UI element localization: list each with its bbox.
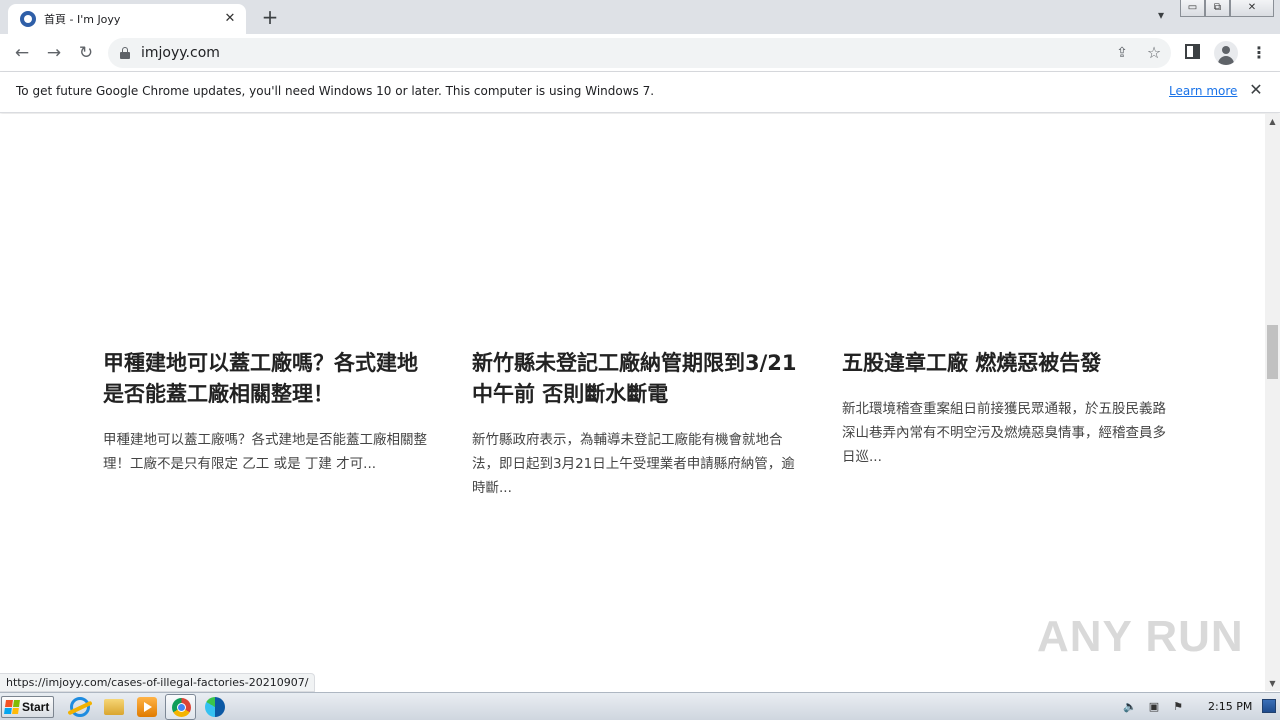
- article-card[interactable]: 甲種建地可以蓋工廠嗎？各式建地是否能蓋工廠相關整理！ 甲種建地可以蓋工廠嗎？各式…: [103, 348, 433, 476]
- infobar-close-icon[interactable]: ✕: [1247, 81, 1265, 99]
- system-tray: 🔈 ▣ ⚑: [1122, 693, 1194, 721]
- tab-title: 首頁 - I'm Joyy: [44, 13, 121, 26]
- link-status-bubble: https://imjoyy.com/cases-of-illegal-fact…: [0, 673, 316, 692]
- update-infobar: To get future Google Chrome updates, you…: [0, 72, 1280, 113]
- tab-strip: 首頁 - I'm Joyy ✕ + ▾ ▭ ⧉ ✕: [0, 0, 1280, 34]
- article-excerpt: 甲種建地可以蓋工廠嗎？各式建地是否能蓋工廠相關整理！工廠不是只有限定 乙工 或是…: [103, 432, 427, 472]
- windows-logo-icon: [4, 700, 20, 714]
- article-card[interactable]: 新竹縣未登記工廠納管期限到3/21中午前 否則斷水斷電 新竹縣政府表示，為輔導未…: [472, 348, 802, 500]
- page-content: 甲種建地可以蓋工廠嗎？各式建地是否能蓋工廠相關整理！ 甲種建地可以蓋工廠嗎？各式…: [0, 114, 1265, 691]
- profile-avatar-icon[interactable]: [1214, 41, 1238, 65]
- media-player-icon[interactable]: [137, 697, 157, 717]
- window-close-button[interactable]: ✕: [1230, 0, 1274, 17]
- window-controls: ▭ ⧉ ✕: [1180, 0, 1274, 18]
- anyrun-watermark: ANY RUN: [1037, 612, 1244, 661]
- article-card[interactable]: 五股違章工廠 燃燒惡被告發 新北環境稽查重案組日前接獲民眾通報，於五股民義路深山…: [842, 348, 1172, 469]
- tab-close-icon[interactable]: ✕: [222, 11, 238, 27]
- reload-icon[interactable]: ↻: [74, 41, 98, 65]
- network-icon[interactable]: ▣: [1146, 700, 1162, 714]
- bookmark-star-icon[interactable]: ☆: [1144, 43, 1164, 63]
- start-button[interactable]: Start: [1, 696, 54, 718]
- lock-icon[interactable]: [120, 47, 130, 59]
- kebab-menu-icon[interactable]: ⋮: [1249, 42, 1269, 64]
- chrome-taskbar-button[interactable]: [165, 694, 196, 720]
- article-excerpt: 新竹縣政府表示，為輔導未登記工廠能有機會就地合法，即日起到3月21日上午受理業者…: [472, 432, 795, 496]
- learn-more-link[interactable]: Learn more: [1169, 84, 1237, 98]
- article-title[interactable]: 五股違章工廠 燃燒惡被告發: [842, 348, 1172, 379]
- side-panel-icon[interactable]: [1185, 44, 1200, 59]
- page-scrollbar[interactable]: ▲ ▼: [1265, 114, 1280, 691]
- forward-arrow-icon[interactable]: →: [42, 41, 66, 65]
- new-tab-button[interactable]: +: [259, 6, 281, 28]
- action-center-flag-icon[interactable]: ⚑: [1170, 700, 1186, 714]
- chrome-icon: [172, 698, 191, 717]
- infobar-message: To get future Google Chrome updates, you…: [16, 84, 655, 98]
- restore-button[interactable]: ⧉: [1205, 0, 1230, 17]
- tab-active[interactable]: 首頁 - I'm Joyy ✕: [8, 4, 246, 34]
- internet-explorer-icon[interactable]: [70, 697, 90, 717]
- windows-taskbar: Start 🔈 ▣ ⚑ 2:15 PM: [0, 692, 1280, 720]
- address-bar[interactable]: imjoyy.com ⇪ ☆: [108, 38, 1171, 68]
- volume-icon[interactable]: 🔈: [1122, 700, 1138, 714]
- show-desktop-button[interactable]: [1262, 699, 1276, 713]
- minimize-button[interactable]: ▭: [1180, 0, 1205, 17]
- url-text[interactable]: imjoyy.com: [141, 45, 220, 61]
- scrollbar-thumb[interactable]: [1267, 325, 1278, 379]
- taskbar-clock[interactable]: 2:15 PM: [1208, 700, 1252, 713]
- edge-icon[interactable]: [205, 697, 225, 717]
- site-favicon-icon: [20, 11, 36, 27]
- scroll-down-arrow-icon[interactable]: ▼: [1265, 676, 1280, 691]
- start-label: Start: [22, 700, 50, 714]
- article-title[interactable]: 甲種建地可以蓋工廠嗎？各式建地是否能蓋工廠相關整理！: [103, 348, 433, 410]
- browser-toolbar: ← → ↻ imjoyy.com ⇪ ☆ ⋮: [0, 34, 1280, 72]
- article-title[interactable]: 新竹縣未登記工廠納管期限到3/21中午前 否則斷水斷電: [472, 348, 802, 410]
- article-excerpt: 新北環境稽查重案組日前接獲民眾通報，於五股民義路深山巷弄內常有不明空污及燃燒惡臭…: [842, 401, 1166, 465]
- scroll-up-arrow-icon[interactable]: ▲: [1265, 114, 1280, 129]
- tab-search-chevron-icon[interactable]: ▾: [1151, 8, 1171, 26]
- back-arrow-icon[interactable]: ←: [10, 41, 34, 65]
- file-explorer-icon[interactable]: [104, 699, 124, 715]
- share-icon[interactable]: ⇪: [1112, 43, 1132, 63]
